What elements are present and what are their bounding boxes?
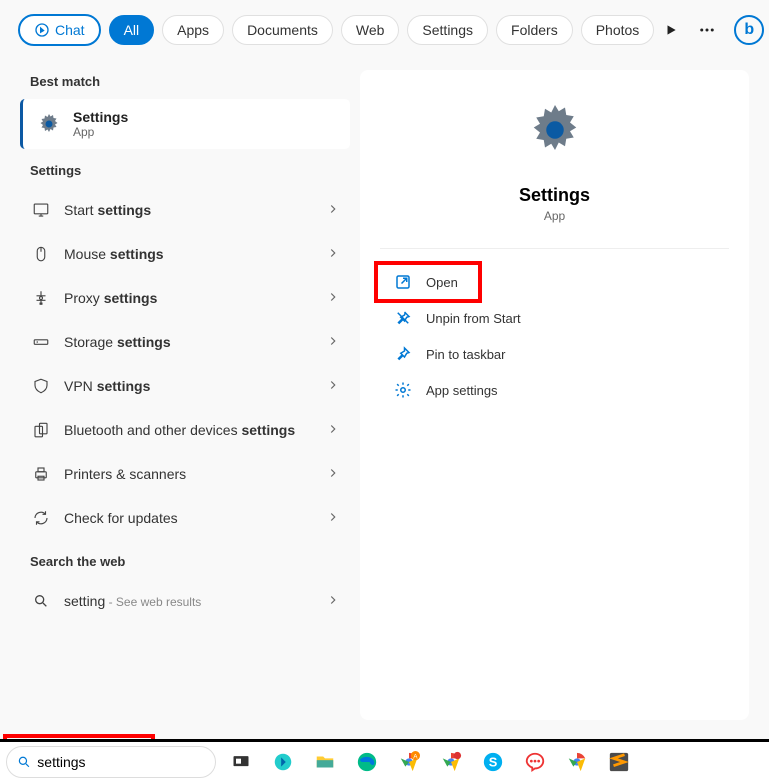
best-match-subtitle: App (73, 125, 128, 139)
chevron-right-icon (326, 422, 340, 439)
chrome-dot-icon[interactable] (434, 745, 468, 779)
preview-pane: Settings App OpenUnpin from StartPin to … (360, 70, 749, 720)
action-pin-tb[interactable]: Pin to taskbar (386, 336, 723, 372)
svg-text:A: A (413, 753, 418, 760)
copilot-icon[interactable] (266, 745, 300, 779)
more-icon[interactable] (698, 21, 716, 39)
chrome-badge-icon[interactable]: A (392, 745, 426, 779)
search-web-header: Search the web (20, 540, 350, 579)
preview-title: Settings (380, 185, 729, 206)
display-icon (30, 199, 52, 221)
vpn-icon (30, 375, 52, 397)
tab-web[interactable]: Web (341, 15, 400, 45)
annotation-highlight-open (374, 261, 482, 303)
taskbar-search[interactable] (6, 746, 216, 778)
tab-apps[interactable]: Apps (162, 15, 224, 45)
results-pane: Best match Settings App Settings Start s… (0, 60, 360, 720)
search-icon (30, 590, 52, 612)
bluetooth-icon (30, 419, 52, 441)
play-icon[interactable] (662, 21, 680, 39)
search-icon (17, 754, 31, 770)
messenger-icon[interactable] (518, 745, 552, 779)
bing-chat-icon (34, 22, 50, 38)
chevron-right-icon (326, 593, 340, 610)
settings-header: Settings (20, 149, 350, 188)
storage-icon (30, 331, 52, 353)
action-app-settings[interactable]: App settings (386, 372, 723, 408)
printer-icon (30, 463, 52, 485)
chevron-right-icon (326, 466, 340, 483)
taskbar: A S (0, 739, 769, 781)
tab-photos[interactable]: Photos (581, 15, 655, 45)
chevron-right-icon (326, 202, 340, 219)
taskview-icon[interactable] (224, 745, 258, 779)
edge-icon[interactable] (350, 745, 384, 779)
tab-all-label: All (124, 22, 140, 38)
settings-app-icon (37, 112, 61, 136)
filter-tabs: Chat All Apps Documents Web Settings Fol… (0, 0, 769, 60)
chevron-right-icon (326, 378, 340, 395)
sublime-icon[interactable] (602, 745, 636, 779)
skype-icon[interactable]: S (476, 745, 510, 779)
best-match-result[interactable]: Settings App (20, 99, 350, 149)
updates-icon (30, 507, 52, 529)
best-match-header: Best match (20, 60, 350, 99)
mouse-icon (30, 243, 52, 265)
settings-result-item[interactable]: Start settings (20, 188, 350, 232)
settings-result-item[interactable]: Storage settings (20, 320, 350, 364)
settings-result-item[interactable]: Check for updates (20, 496, 350, 540)
proxy-icon (30, 287, 52, 309)
app-big-icon (525, 100, 585, 160)
web-search-result[interactable]: setting - See web results (20, 579, 350, 623)
action-unpin[interactable]: Unpin from Start (386, 300, 723, 336)
tab-chat[interactable]: Chat (18, 14, 101, 46)
tab-all[interactable]: All (109, 15, 155, 45)
svg-text:S: S (489, 754, 498, 769)
bing-icon[interactable]: b (734, 15, 764, 45)
settings-result-item[interactable]: Printers & scanners (20, 452, 350, 496)
tab-folders[interactable]: Folders (496, 15, 573, 45)
settings-result-item[interactable]: Mouse settings (20, 232, 350, 276)
preview-subtitle: App (380, 209, 729, 223)
chevron-right-icon (326, 290, 340, 307)
chevron-right-icon (326, 510, 340, 527)
settings-result-item[interactable]: Bluetooth and other devices settings (20, 408, 350, 452)
tab-settings[interactable]: Settings (407, 15, 488, 45)
tab-chat-label: Chat (55, 22, 85, 38)
divider (380, 248, 729, 249)
settings-result-item[interactable]: Proxy settings (20, 276, 350, 320)
chevron-right-icon (326, 246, 340, 263)
search-input[interactable] (37, 754, 205, 770)
tab-documents[interactable]: Documents (232, 15, 333, 45)
pin-tb-icon (394, 345, 412, 363)
unpin-icon (394, 309, 412, 327)
chevron-right-icon (326, 334, 340, 351)
settings-result-item[interactable]: VPN settings (20, 364, 350, 408)
app-settings-icon (394, 381, 412, 399)
explorer-icon[interactable] (308, 745, 342, 779)
chrome-icon[interactable] (560, 745, 594, 779)
best-match-title: Settings (73, 109, 128, 125)
